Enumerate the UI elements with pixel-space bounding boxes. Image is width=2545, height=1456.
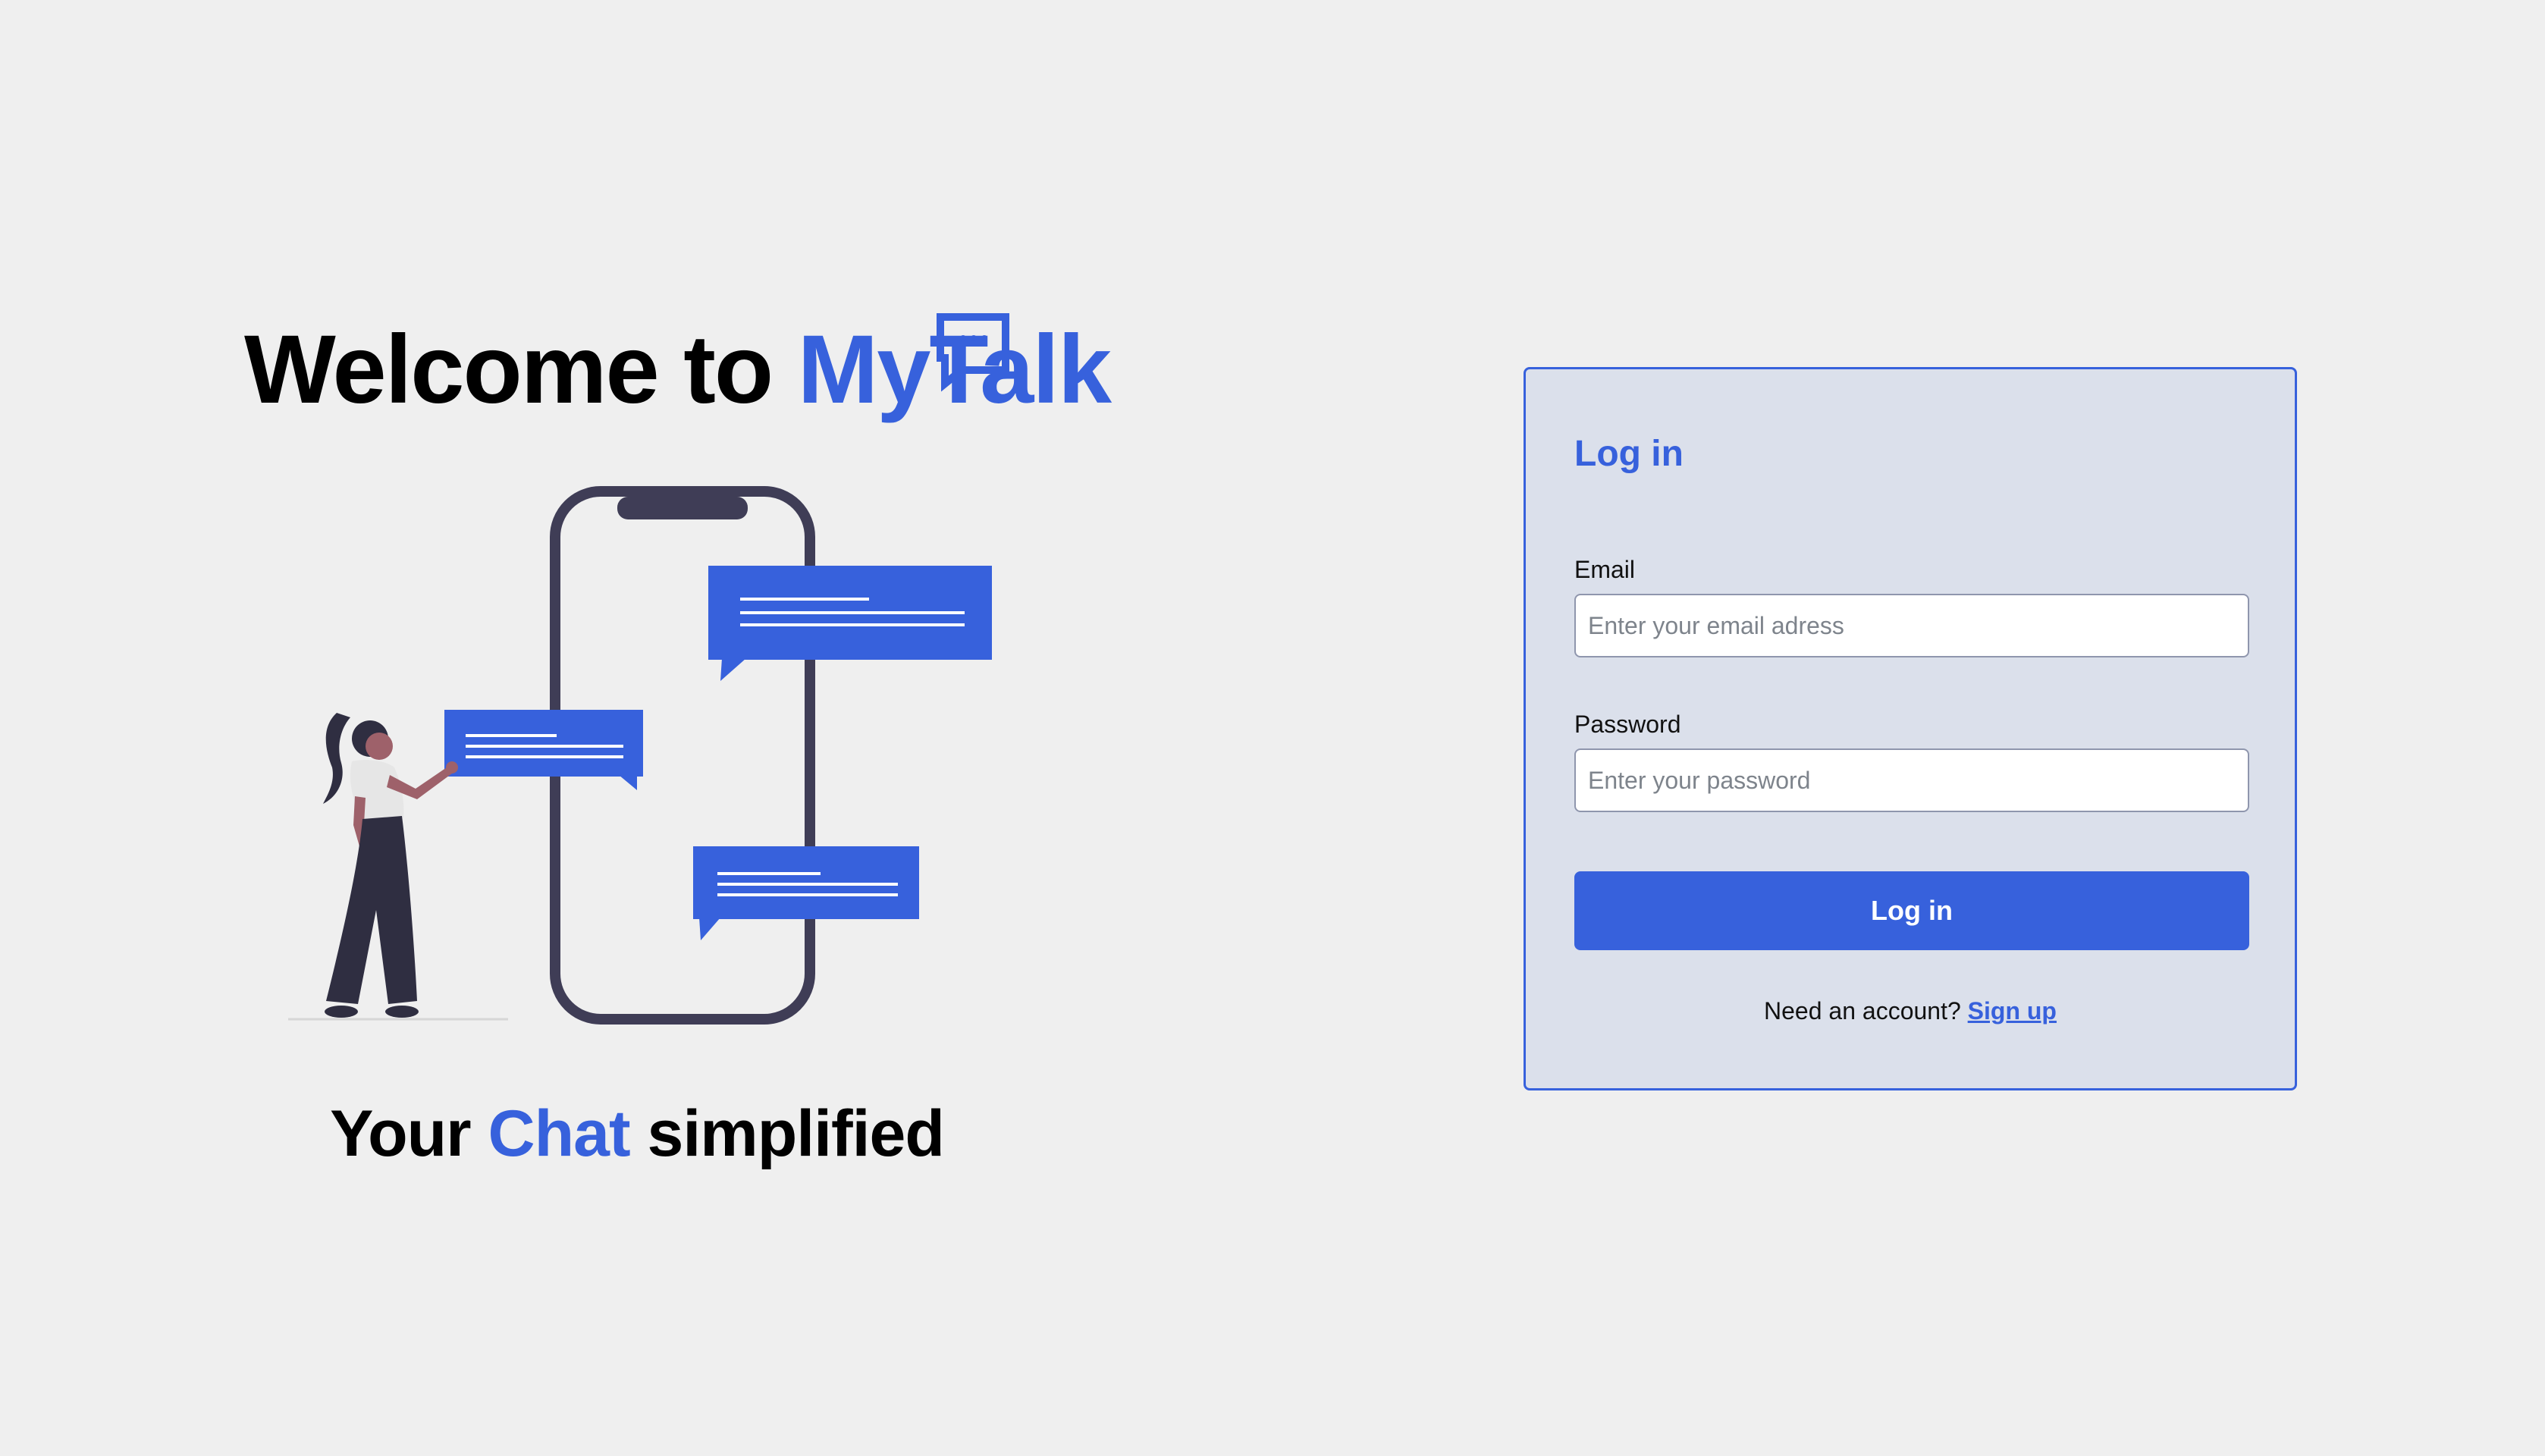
signup-link[interactable]: Sign up <box>1968 997 2057 1025</box>
tagline: Your Chat simplified <box>0 1092 1274 1175</box>
password-field[interactable] <box>1574 748 2249 812</box>
welcome-text: Welcome to <box>244 315 798 424</box>
email-label: Email <box>1574 556 1636 583</box>
tagline-text: Your Chat simplified <box>330 1092 945 1175</box>
chat-bubble-middle <box>444 710 643 790</box>
chat-bubble-dots-icon <box>937 313 1009 392</box>
phone-notch <box>617 497 748 519</box>
tagline-prefix: Your <box>330 1097 488 1170</box>
tagline-suffix: simplified <box>629 1097 945 1170</box>
woman-with-phone-chat-illustration <box>288 486 992 1025</box>
email-field[interactable] <box>1574 594 2249 657</box>
login-button[interactable]: Log in <box>1574 871 2249 950</box>
signup-prompt: Need an account? <box>1764 997 1968 1025</box>
login-card: Log in Email Password Log in Need an acc… <box>1524 367 2297 1090</box>
login-page: Welcome to MyTalk Your Chat simplified L… <box>0 0 2545 1456</box>
password-label: Password <box>1574 711 1681 738</box>
login-title: Log in <box>1574 434 1684 474</box>
chat-bubble-top <box>708 566 992 681</box>
tagline-highlight: Chat <box>488 1097 631 1170</box>
signup-prompt-line: Need an account? Sign up <box>1526 996 2295 1026</box>
